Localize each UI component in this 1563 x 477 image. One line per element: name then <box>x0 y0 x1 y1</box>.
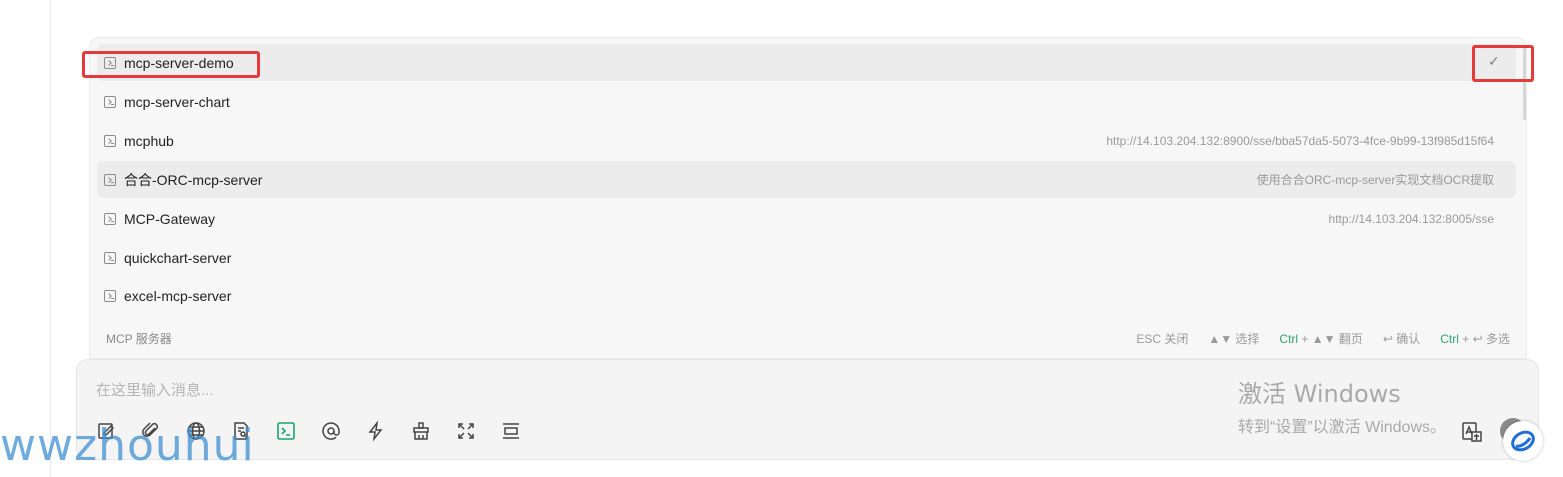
hint-text: + ↩ 多选 <box>1458 332 1510 346</box>
windows-activation-watermark: 激活 Windows 转到“设置”以激活 Windows。 <box>1238 374 1446 437</box>
item-name: mcp-server-chart <box>124 93 230 110</box>
broom-icon[interactable] <box>410 420 432 442</box>
lightning-icon[interactable] <box>365 420 387 442</box>
list-item-hehe-orc[interactable]: 合合-ORC-mcp-server 使用合合ORC-mcp-server实现文档… <box>97 161 1516 198</box>
terminal-icon <box>104 95 116 108</box>
item-name: MCP-Gateway <box>124 210 216 227</box>
hint-text: + ▲▼ 翻页 <box>1298 332 1363 346</box>
item-name: excel-mcp-server <box>124 287 232 304</box>
terminal-icon <box>104 173 116 186</box>
hint-confirm: ↩ 确认 <box>1382 332 1421 346</box>
hint-multi: Ctrl + ↩ 多选 <box>1440 330 1510 347</box>
hint-select: ▲▼ 选择 <box>1208 332 1260 346</box>
at-mention-icon[interactable] <box>320 420 342 442</box>
shortcut-hints: ESC 关闭 ▲▼ 选择 Ctrl + ▲▼ 翻页 ↩ 确认 Ctrl + ↩ … <box>1136 330 1510 347</box>
windows-activation-title: 激活 Windows <box>1238 380 1401 408</box>
mcp-server-popup: mcp-server-demo ✓ mcp-server-chart mcphu… <box>89 37 1527 359</box>
popup-footer-label: MCP 服务器 <box>106 332 172 346</box>
hint-page: Ctrl + ▲▼ 翻页 <box>1279 330 1362 347</box>
brand-logo-icon <box>1503 421 1543 461</box>
left-divider <box>50 0 51 477</box>
highlight-box-check <box>1472 45 1534 82</box>
item-name: 合合-ORC-mcp-server <box>124 171 263 188</box>
item-description: 使用合合ORC-mcp-server实现文档OCR提取 <box>1256 173 1494 187</box>
item-name: mcphub <box>124 132 174 149</box>
highlight-box-item <box>82 51 260 78</box>
list-item-quickchart-server[interactable]: quickchart-server <box>97 239 1516 276</box>
windows-activation-subtitle: 转到“设置”以激活 Windows。 <box>1238 419 1447 436</box>
watermark-text: wwzhouhui <box>0 420 255 471</box>
terminal-icon[interactable] <box>275 420 297 442</box>
terminal-icon <box>104 251 116 264</box>
hint-key: Ctrl <box>1279 332 1299 346</box>
hint-esc: ESC 关闭 <box>1136 332 1189 346</box>
item-description: http://14.103.204.132:8900/sse/bba57da5-… <box>1106 133 1494 148</box>
list-item-mcp-server-demo[interactable]: mcp-server-demo ✓ <box>97 44 1516 81</box>
list-item-excel-mcp-server[interactable]: excel-mcp-server <box>97 277 1516 314</box>
list-item-mcp-server-chart[interactable]: mcp-server-chart <box>97 83 1516 120</box>
terminal-icon <box>104 289 116 302</box>
expand-icon[interactable] <box>455 420 477 442</box>
message-input[interactable]: 在这里输入消息... <box>96 379 214 400</box>
terminal-icon <box>104 212 116 225</box>
item-name: quickchart-server <box>124 249 232 266</box>
list-item-mcphub[interactable]: mcphub http://14.103.204.132:8900/sse/bb… <box>97 122 1516 159</box>
item-description: http://14.103.204.132:8005/sse <box>1328 211 1494 226</box>
divider-icon[interactable] <box>500 420 522 442</box>
translate-icon[interactable] <box>1461 421 1483 443</box>
hint-key: Ctrl <box>1440 332 1459 346</box>
terminal-icon <box>104 134 116 147</box>
list-item-mcp-gateway[interactable]: MCP-Gateway http://14.103.204.132:8005/s… <box>97 200 1516 237</box>
